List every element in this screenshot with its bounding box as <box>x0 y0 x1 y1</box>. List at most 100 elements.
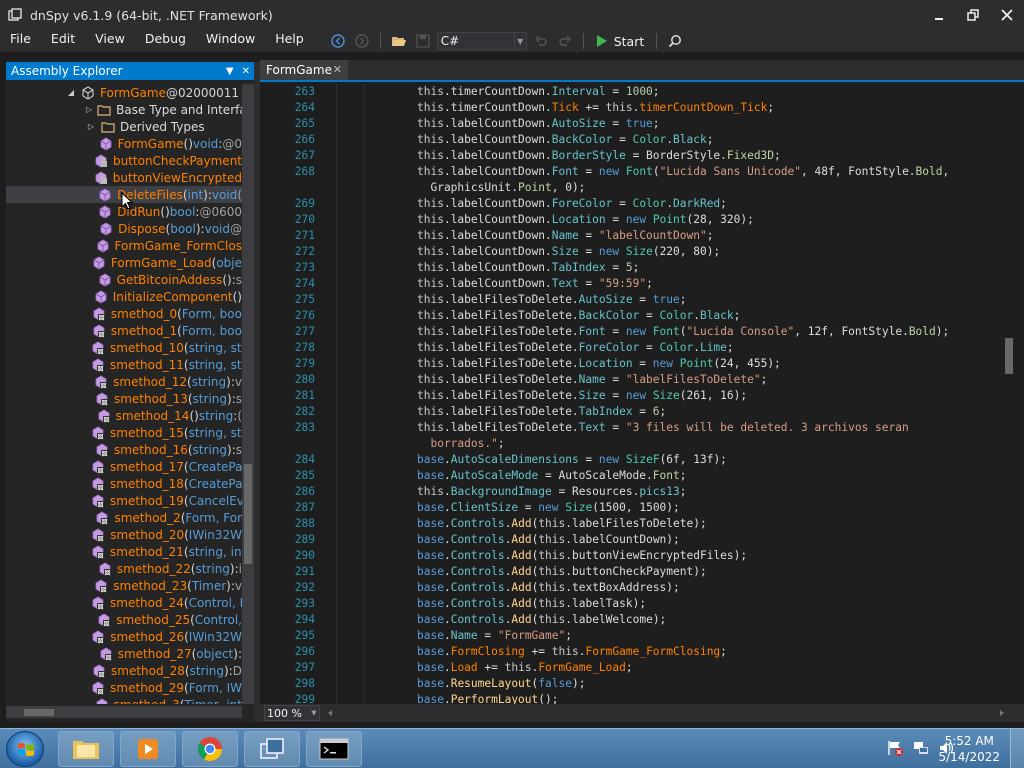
tree-item[interactable]: smethod_17(CreatePa <box>6 458 242 475</box>
menu-edit[interactable]: Edit <box>41 30 85 52</box>
action-center-flag-icon[interactable] <box>886 739 904 757</box>
tree-item-paren: () <box>160 204 170 219</box>
code-editor[interactable]: 263 this.timerCountDown.Interval = 1000; 2… <box>260 84 1000 704</box>
tree-item[interactable]: smethod_3(Timer, int <box>6 696 242 704</box>
zoom-select[interactable]: 100 % ▼ <box>264 705 320 721</box>
code-line: 275 this.labelFilesToDelete.AutoSize = tr… <box>260 292 1000 308</box>
tree-item-type: void <box>192 136 219 151</box>
tree-item[interactable]: smethod_25(Control, <box>6 611 242 628</box>
menu-file[interactable]: File <box>0 30 41 52</box>
menu-view[interactable]: View <box>85 30 135 52</box>
search-button[interactable] <box>665 31 685 51</box>
expander-icon[interactable]: ▷ <box>86 105 92 114</box>
panel-dropdown-icon[interactable]: ▼ <box>226 66 234 77</box>
tree-item[interactable]: smethod_26(IWin32W <box>6 628 242 645</box>
tree-item[interactable]: buttonCheckPayment <box>6 152 242 169</box>
restore-button[interactable] <box>956 0 990 30</box>
tree-item-rest: @0 <box>222 136 242 151</box>
tree-item[interactable]: smethod_12(string) : v <box>6 373 242 390</box>
clock[interactable]: 5:52 AM 5/14/2022 <box>938 733 1000 765</box>
save-button[interactable] <box>413 31 433 51</box>
tree-item[interactable]: buttonViewEncrypted <box>6 169 242 186</box>
tree-item[interactable]: GetBitcoinAddess() : s <box>6 271 242 288</box>
scrollbar-thumb[interactable] <box>24 709 54 716</box>
redo-button[interactable] <box>555 31 575 51</box>
code-line: 278 this.labelFilesToDelete.ForeColor = C… <box>260 340 1000 356</box>
tree-item[interactable]: smethod_18(CreatePa <box>6 475 242 492</box>
menu-debug[interactable]: Debug <box>135 30 196 52</box>
tab-formgame[interactable]: FormGame ✕ <box>260 60 348 80</box>
code-line: 277 this.labelFilesToDelete.Font = new Fo… <box>260 324 1000 340</box>
tree-item[interactable]: smethod_13(string) : s <box>6 390 242 407</box>
static-method-icon <box>92 477 104 491</box>
tree-item-type: Control, <box>194 612 242 627</box>
scrollbar-thumb[interactable] <box>244 464 252 564</box>
navigate-back-button[interactable] <box>328 31 348 51</box>
tree-item-type2: void <box>204 221 230 236</box>
tree-item[interactable]: smethod_24(Control, I <box>6 594 242 611</box>
network-icon[interactable] <box>912 739 930 757</box>
tree-item[interactable]: smethod_16(string) : s <box>6 441 242 458</box>
navigate-forward-button[interactable] <box>352 31 372 51</box>
tree-item[interactable]: smethod_0(Form, boo <box>6 305 242 322</box>
expander-icon[interactable]: ◢ <box>66 88 76 97</box>
tree-item[interactable]: smethod_10(string, str <box>6 339 242 356</box>
code-text: base.PerformLayout(); <box>417 693 559 704</box>
tree-item[interactable]: FormGame_FormClos <box>6 237 242 254</box>
close-button[interactable] <box>990 0 1024 30</box>
start-debug-button[interactable]: Start <box>592 34 649 49</box>
editor-vertical-scrollbar[interactable] <box>1000 84 1018 704</box>
tree-item[interactable]: InitializeComponent() <box>6 288 242 305</box>
tree-item[interactable]: smethod_15(string, str <box>6 424 242 441</box>
tree-item[interactable]: smethod_27(object) : <box>6 645 242 662</box>
tree-item[interactable]: smethod_22(string) : i <box>6 560 242 577</box>
code-line: 273 this.labelCountDown.TabIndex = 5; <box>260 260 1000 276</box>
menu-help[interactable]: Help <box>265 30 314 52</box>
tree-item[interactable]: smethod_20(IWin32W <box>6 526 242 543</box>
undo-button[interactable] <box>531 31 551 51</box>
line-number: 281 <box>294 389 315 402</box>
tree-item[interactable]: smethod_21(string, int <box>6 543 242 560</box>
tree-item[interactable]: Dispose(bool) : void @ <box>6 220 242 237</box>
tree-item[interactable]: ◢ FormGame @02000011 <box>6 84 242 101</box>
tree-item[interactable]: smethod_23(Timer) : v <box>6 577 242 594</box>
minimize-button[interactable] <box>922 0 956 30</box>
taskbar-media-player[interactable] <box>120 731 176 767</box>
tree-item[interactable]: ▷ Derived Types <box>6 118 242 135</box>
static-method-icon <box>98 613 111 627</box>
tree-item[interactable]: smethod_11(string, str <box>6 356 242 373</box>
tree-item-name: smethod_29 <box>110 680 185 695</box>
tree-item-type: string, str <box>188 425 242 440</box>
line-number: 293 <box>294 597 315 610</box>
tree-item[interactable]: smethod_29(Form, IW <box>6 679 242 696</box>
panel-close-icon[interactable]: ✕ <box>242 66 250 77</box>
language-select[interactable]: C# ▼ <box>436 32 527 50</box>
tree-item[interactable]: FormGame() void : @0 <box>6 135 242 152</box>
taskbar-windows[interactable] <box>244 731 300 767</box>
tree-item[interactable]: smethod_19(CancelEv <box>6 492 242 509</box>
taskbar-chrome[interactable] <box>182 731 238 767</box>
code-line: 263 this.timerCountDown.Interval = 1000; <box>260 84 1000 100</box>
close-icon[interactable]: ✕ <box>333 63 342 76</box>
tree-item[interactable]: smethod_2(Form, For <box>6 509 242 526</box>
tree-item-icon <box>90 425 106 441</box>
tree-item[interactable]: smethod_1(Form, boo <box>6 322 242 339</box>
menu-window[interactable]: Window <box>196 30 265 52</box>
taskbar-command-prompt[interactable] <box>306 731 362 767</box>
scrollbar-thumb[interactable] <box>1005 338 1013 374</box>
tree-item[interactable]: smethod_28(string) : D <box>6 662 242 679</box>
tree-item[interactable]: smethod_14() string : ( <box>6 407 242 424</box>
expander-icon[interactable]: ▷ <box>86 122 96 131</box>
tree-item-icon <box>93 289 109 305</box>
tree-item[interactable]: ▷ Base Type and Interfac <box>6 101 242 118</box>
tree-item-name: smethod_12 <box>113 374 188 389</box>
open-button[interactable] <box>389 31 409 51</box>
taskbar-explorer[interactable] <box>58 731 114 767</box>
editor-horizontal-scrollbar[interactable] <box>326 708 1006 718</box>
tree-vertical-scrollbar[interactable] <box>242 84 254 704</box>
windows-start-button[interactable] <box>6 731 44 767</box>
tree-horizontal-scrollbar[interactable] <box>6 706 242 718</box>
code-text: base.Controls.Add(this.labelWelcome); <box>417 613 667 626</box>
tree-item[interactable]: FormGame_Load(obje <box>6 254 242 271</box>
show-desktop-button[interactable] <box>1010 729 1024 768</box>
